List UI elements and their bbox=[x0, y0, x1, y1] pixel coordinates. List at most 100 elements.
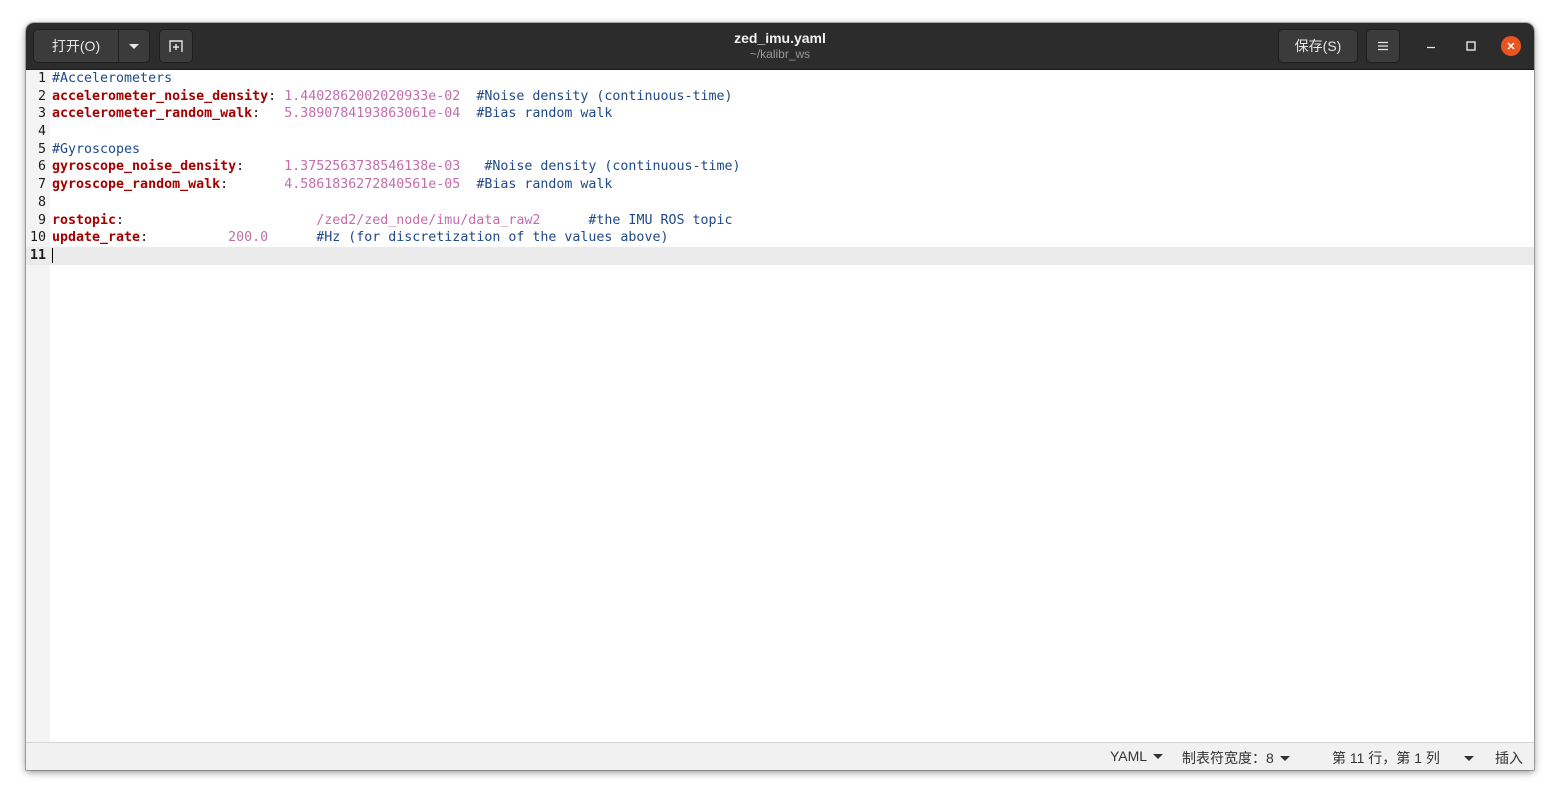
yaml-comment: #Noise density (continuous-time) bbox=[484, 159, 741, 175]
yaml-comment: #Hz (for discretization of the values ab… bbox=[316, 230, 669, 246]
yaml-comment: #Accelerometers bbox=[52, 71, 173, 86]
line-content: #Accelerometers bbox=[52, 70, 172, 88]
yaml-value: 5.3890784193863061e-04 bbox=[284, 106, 461, 122]
yaml-colon: : bbox=[236, 159, 245, 175]
chevron-down-icon bbox=[1153, 753, 1164, 759]
insert-mode-indicator[interactable]: 插入 bbox=[1495, 748, 1523, 768]
line-number: 1 bbox=[37, 71, 46, 86]
minimize-icon bbox=[1427, 46, 1435, 49]
yaml-colon: : bbox=[116, 212, 125, 228]
line-number: 6 bbox=[37, 159, 46, 175]
language-label: YAML bbox=[1110, 748, 1148, 764]
code-line[interactable]: 3 accelerometer_random_walk: 5.3890784193… bbox=[26, 105, 1534, 123]
maximize-icon bbox=[1466, 41, 1476, 51]
line-content: accelerometer_noise_density: 1.440286200… bbox=[52, 88, 733, 106]
text-cursor bbox=[52, 247, 53, 263]
save-button[interactable]: 保存(S) bbox=[1278, 29, 1358, 63]
minimize-button[interactable] bbox=[1421, 36, 1441, 56]
code-line[interactable]: 4 bbox=[26, 123, 1534, 141]
status-bar: YAML 制表符宽度：8 第 11 行，第 1 列 插入 bbox=[26, 742, 1534, 770]
open-button[interactable]: 打开(O) bbox=[33, 29, 119, 63]
line-number: 9 bbox=[37, 212, 46, 228]
line-number: 11 bbox=[29, 247, 46, 263]
line-number: 8 bbox=[37, 194, 46, 210]
open-menu-button[interactable] bbox=[118, 29, 150, 63]
insert-mode-label: 插入 bbox=[1495, 750, 1523, 766]
line-number: 5 bbox=[37, 141, 46, 157]
yaml-comment: #the IMU ROS topic bbox=[588, 212, 733, 228]
line-content: #Gyroscopes bbox=[52, 141, 140, 159]
chevron-down-icon bbox=[1463, 755, 1474, 761]
yaml-key: gyroscope_noise_density bbox=[52, 159, 237, 175]
code-line[interactable]: 8 bbox=[26, 194, 1534, 212]
close-button[interactable] bbox=[1501, 36, 1521, 56]
text-editor[interactable]: 1 #Accelerometers 2 accelerometer_noise_den… bbox=[26, 70, 1534, 742]
close-icon bbox=[1507, 42, 1515, 50]
window-subtitle: ~/kalibr_ws bbox=[749, 47, 811, 61]
yaml-value: 1.4402862002020933e-02 bbox=[284, 88, 461, 104]
yaml-key: accelerometer_random_walk bbox=[52, 106, 253, 122]
window-title-area: zed_imu.yaml ~/kalibr_ws bbox=[626, 30, 934, 61]
yaml-comment: #Gyroscopes bbox=[52, 141, 141, 157]
yaml-key: gyroscope_random_walk bbox=[52, 177, 221, 193]
line-content: rostopic: /zed2/zed_node/imu/data_raw2 #… bbox=[52, 212, 733, 230]
yaml-value: 4.5861836272840561e-05 bbox=[284, 177, 461, 193]
yaml-value: /zed2/zed_node/imu/data_raw2 bbox=[316, 212, 541, 228]
code-line[interactable]: 10 update_rate: 200.0 #Hz (for discretiza… bbox=[26, 229, 1534, 247]
yaml-colon: : bbox=[252, 106, 261, 122]
chevron-down-icon bbox=[129, 43, 139, 49]
code-line[interactable]: 1 #Accelerometers bbox=[26, 70, 1534, 88]
yaml-value: 1.3752563738546138e-03 bbox=[284, 159, 461, 175]
code-lines[interactable]: 1 #Accelerometers 2 accelerometer_noise_den… bbox=[26, 70, 1534, 265]
line-content: gyroscope_noise_density: 1.3752563738546… bbox=[52, 158, 741, 176]
code-line[interactable]: 2 accelerometer_noise_density: 1.44028620… bbox=[26, 88, 1534, 106]
gedit-window: 打开(O) zed_imu.yaml ~/kalibr_ws 保存(S) 1 #… bbox=[26, 23, 1534, 770]
line-number: 7 bbox=[37, 177, 46, 193]
chevron-down-icon bbox=[1279, 755, 1290, 761]
yaml-comment: #Bias random walk bbox=[476, 106, 613, 122]
code-line[interactable]: 5 #Gyroscopes bbox=[26, 141, 1534, 159]
yaml-value: 200.0 bbox=[228, 230, 269, 246]
line-number: 4 bbox=[37, 124, 46, 140]
cursor-position-label: 第 11 行，第 1 列 bbox=[1332, 750, 1440, 766]
main-menu-button[interactable] bbox=[1366, 29, 1400, 63]
code-line[interactable]: 6 gyroscope_noise_density: 1.375256373854… bbox=[26, 158, 1534, 176]
save-button-label: 保存(S) bbox=[1294, 38, 1342, 54]
maximize-button[interactable] bbox=[1461, 36, 1481, 56]
code-line[interactable]: 7 gyroscope_random_walk: 4.58618362728405… bbox=[26, 176, 1534, 194]
language-selector[interactable]: YAML bbox=[1110, 748, 1164, 764]
yaml-colon: : bbox=[220, 177, 229, 193]
line-number: 10 bbox=[29, 230, 46, 246]
line-content: gyroscope_random_walk: 4.586183627284056… bbox=[52, 176, 612, 194]
yaml-key: update_rate bbox=[52, 230, 141, 246]
new-document-button[interactable] bbox=[159, 29, 193, 63]
yaml-comment: #Noise density (continuous-time) bbox=[476, 88, 733, 104]
code-line[interactable]: 9 rostopic: /zed2/zed_node/imu/data_raw2 … bbox=[26, 212, 1534, 230]
yaml-key: rostopic bbox=[52, 212, 117, 228]
yaml-colon: : bbox=[268, 88, 277, 104]
code-line[interactable]: 11 bbox=[26, 246, 1534, 265]
line-number: 3 bbox=[37, 106, 46, 122]
line-number: 2 bbox=[37, 88, 46, 104]
line-content: update_rate: 200.0 #Hz (for discretizati… bbox=[52, 229, 668, 247]
tab-width-selector[interactable]: 制表符宽度：8 bbox=[1182, 748, 1290, 768]
yaml-key: accelerometer_noise_density bbox=[52, 88, 269, 104]
tab-width-label: 制表符宽度：8 bbox=[1182, 750, 1274, 766]
line-content: accelerometer_random_walk: 5.38907841938… bbox=[52, 105, 612, 123]
cursor-position-selector[interactable]: 第 11 行，第 1 列 bbox=[1332, 748, 1474, 768]
yaml-colon: : bbox=[140, 230, 149, 246]
hamburger-icon bbox=[1378, 41, 1388, 51]
new-document-icon bbox=[169, 40, 183, 52]
header-bar: 打开(O) zed_imu.yaml ~/kalibr_ws 保存(S) bbox=[26, 23, 1534, 70]
